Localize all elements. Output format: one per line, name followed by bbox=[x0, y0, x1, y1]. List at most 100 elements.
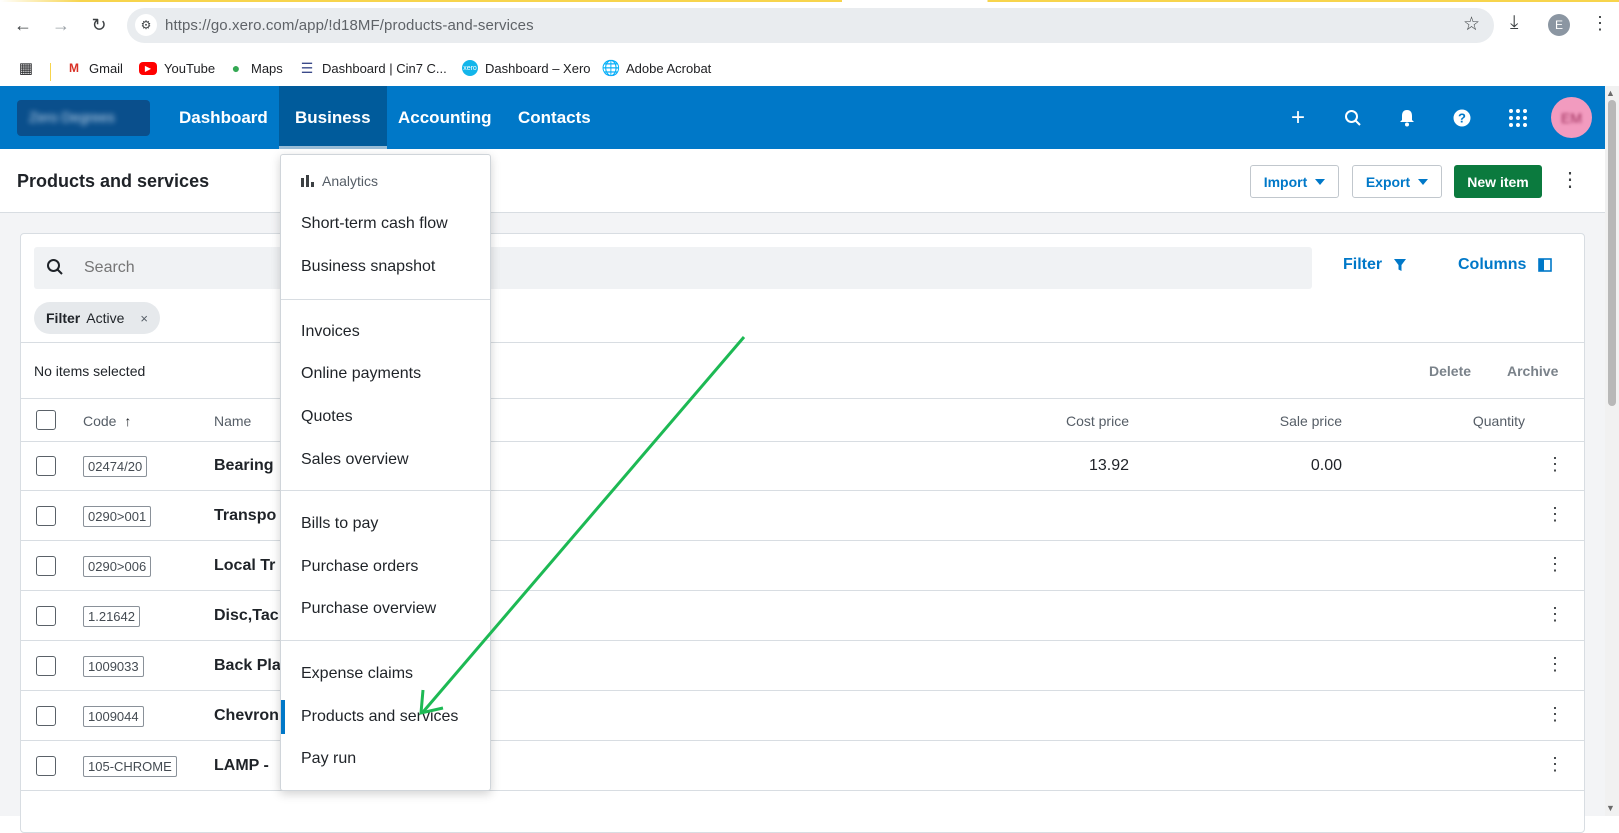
item-name[interactable]: Local Tr bbox=[214, 557, 275, 575]
item-code: 1009044 bbox=[83, 706, 144, 727]
browser-menu-icon[interactable]: ⋮ bbox=[1591, 13, 1609, 34]
item-code: 0290>006 bbox=[83, 556, 152, 577]
export-button[interactable]: Export bbox=[1352, 165, 1442, 198]
bookmark-adobe-acrobat[interactable]: 🌐 Adobe Acrobat bbox=[601, 55, 712, 81]
row-menu-icon[interactable]: ⋮ bbox=[1546, 604, 1564, 625]
search-bar[interactable] bbox=[34, 247, 1312, 289]
menu-item-online-payments[interactable]: Online payments bbox=[281, 357, 490, 391]
gmail-icon: M bbox=[69, 61, 79, 75]
search-icon[interactable] bbox=[1340, 105, 1366, 131]
item-name[interactable]: Disc,Tac bbox=[214, 607, 279, 625]
back-arrow-icon[interactable]: ← bbox=[10, 12, 36, 38]
row-checkbox[interactable] bbox=[36, 606, 56, 626]
bookmark-maps[interactable]: ● Maps bbox=[228, 55, 283, 81]
row-checkbox[interactable] bbox=[36, 756, 56, 776]
menu-item-short-term-cash-flow[interactable]: Short-term cash flow bbox=[281, 207, 490, 241]
menu-item-expense-claims[interactable]: Expense claims bbox=[281, 657, 490, 691]
row-menu-icon[interactable]: ⋮ bbox=[1546, 704, 1564, 725]
org-name: Zero Degrees bbox=[29, 109, 115, 125]
menu-item-purchase-overview[interactable]: Purchase overview bbox=[281, 592, 490, 626]
chip-key: Filter bbox=[46, 310, 81, 326]
column-header-cost-price[interactable]: Cost price bbox=[1066, 413, 1129, 429]
table-row[interactable]: 105-CHROME LAMP - ⋮ bbox=[21, 742, 1584, 791]
filter-button[interactable]: Filter bbox=[1343, 256, 1407, 274]
row-menu-icon[interactable]: ⋮ bbox=[1546, 504, 1564, 525]
nav-contacts[interactable]: Contacts bbox=[502, 86, 607, 149]
row-checkbox[interactable] bbox=[36, 506, 56, 526]
item-name[interactable]: Chevron bbox=[214, 707, 279, 725]
item-name[interactable]: Bearing bbox=[214, 457, 274, 475]
table-row[interactable]: 02474/20 Bearing 13.92 0.00 ⋮ bbox=[21, 442, 1584, 491]
menu-item-sales-overview[interactable]: Sales overview bbox=[281, 443, 490, 477]
menu-divider bbox=[281, 490, 490, 491]
column-header-quantity[interactable]: Quantity bbox=[1473, 413, 1525, 429]
columns-button[interactable]: Columns bbox=[1458, 256, 1553, 274]
column-header-name[interactable]: Name bbox=[214, 413, 251, 429]
apps-grid-icon[interactable]: ▦ bbox=[18, 55, 41, 81]
table-row[interactable]: 0290>006 Local Tr ⋮ bbox=[21, 542, 1584, 591]
menu-item-invoices[interactable]: Invoices bbox=[281, 315, 490, 349]
item-name[interactable]: Transpo bbox=[214, 507, 276, 525]
item-cost-price: 13.92 bbox=[1088, 457, 1129, 474]
nav-business[interactable]: Business bbox=[279, 86, 387, 149]
row-checkbox[interactable] bbox=[36, 456, 56, 476]
table-row[interactable]: 1009044 Chevron ⋮ bbox=[21, 692, 1584, 741]
menu-item-products-and-services[interactable]: Products and services bbox=[281, 700, 490, 734]
menu-item-purchase-orders[interactable]: Purchase orders bbox=[281, 550, 490, 584]
column-header-code[interactable]: Code ↑ bbox=[83, 413, 131, 429]
row-menu-icon[interactable]: ⋮ bbox=[1546, 654, 1564, 675]
plus-icon[interactable]: + bbox=[1285, 104, 1311, 131]
forward-arrow-icon[interactable]: → bbox=[48, 12, 74, 38]
item-name[interactable]: LAMP - bbox=[214, 757, 269, 775]
address-bar[interactable]: ⚙ https://go.xero.com/app/!d18MF/product… bbox=[127, 8, 1494, 43]
help-icon[interactable]: ? bbox=[1449, 105, 1475, 131]
caret-down-icon bbox=[1418, 178, 1429, 185]
new-item-button[interactable]: New item bbox=[1454, 165, 1542, 198]
item-name[interactable]: Back Pla bbox=[214, 657, 281, 675]
bookmark-label: Dashboard | Cin7 C... bbox=[322, 60, 447, 76]
scroll-up-icon[interactable]: ▲ bbox=[1606, 88, 1615, 98]
menu-item-quotes[interactable]: Quotes bbox=[281, 400, 490, 434]
menu-item-pay-run[interactable]: Pay run bbox=[281, 742, 490, 776]
import-button[interactable]: Import bbox=[1250, 165, 1339, 198]
delete-button[interactable]: Delete bbox=[1429, 363, 1471, 379]
sort-ascending-icon: ↑ bbox=[124, 413, 132, 429]
table-row[interactable]: 1.21642 Disc,Tac ⋮ bbox=[21, 592, 1584, 641]
bookmark-gmail[interactable]: M Gmail bbox=[66, 55, 123, 81]
row-menu-icon[interactable]: ⋮ bbox=[1546, 554, 1564, 575]
org-switcher[interactable]: Zero Degrees bbox=[17, 100, 150, 136]
scrollbar-thumb[interactable] bbox=[1608, 100, 1616, 406]
bookmark-youtube[interactable]: ▶ YouTube bbox=[139, 55, 215, 81]
table-header: Code ↑ Name Cost price Sale price Quanti… bbox=[21, 399, 1584, 442]
row-menu-icon[interactable]: ⋮ bbox=[1546, 754, 1564, 775]
browser-profile-avatar[interactable]: E bbox=[1548, 14, 1570, 36]
table-row[interactable]: 1009033 Back Pla ⋮ bbox=[21, 642, 1584, 691]
app-launcher-icon[interactable] bbox=[1505, 105, 1531, 131]
column-header-sale-price[interactable]: Sale price bbox=[1280, 413, 1342, 429]
scroll-down-icon[interactable]: ▼ bbox=[1606, 803, 1615, 813]
reload-icon[interactable]: ↻ bbox=[86, 12, 112, 38]
row-checkbox[interactable] bbox=[36, 706, 56, 726]
nav-dashboard[interactable]: Dashboard bbox=[163, 86, 284, 149]
bookmark-star-icon[interactable]: ☆ bbox=[1463, 13, 1480, 36]
row-menu-icon[interactable]: ⋮ bbox=[1546, 454, 1564, 475]
select-all-checkbox[interactable] bbox=[36, 410, 56, 430]
funnel-icon bbox=[1394, 258, 1407, 271]
row-checkbox[interactable] bbox=[36, 556, 56, 576]
bulk-actions-bar: No items selected Delete Archive bbox=[21, 342, 1584, 399]
close-icon[interactable]: × bbox=[140, 311, 148, 326]
menu-item-bills-to-pay[interactable]: Bills to pay bbox=[281, 507, 490, 541]
more-options-icon[interactable]: ⋮ bbox=[1560, 167, 1580, 195]
globe-icon: 🌐 bbox=[601, 60, 621, 77]
bookmark-xero[interactable]: xero Dashboard – Xero bbox=[462, 55, 591, 81]
site-info-icon[interactable]: ⚙ bbox=[135, 14, 157, 36]
bell-icon[interactable] bbox=[1394, 105, 1420, 131]
table-row[interactable]: 0290>001 Transpo ⋮ bbox=[21, 492, 1584, 541]
bookmark-cin7[interactable]: ☰ Dashboard | Cin7 C... bbox=[299, 55, 447, 81]
download-icon[interactable]: ⤓ bbox=[1510, 12, 1518, 34]
user-avatar[interactable]: EM bbox=[1551, 97, 1592, 138]
row-checkbox[interactable] bbox=[36, 656, 56, 676]
nav-accounting[interactable]: Accounting bbox=[382, 86, 508, 149]
archive-button[interactable]: Archive bbox=[1507, 363, 1558, 379]
menu-item-business-snapshot[interactable]: Business snapshot bbox=[281, 250, 490, 284]
